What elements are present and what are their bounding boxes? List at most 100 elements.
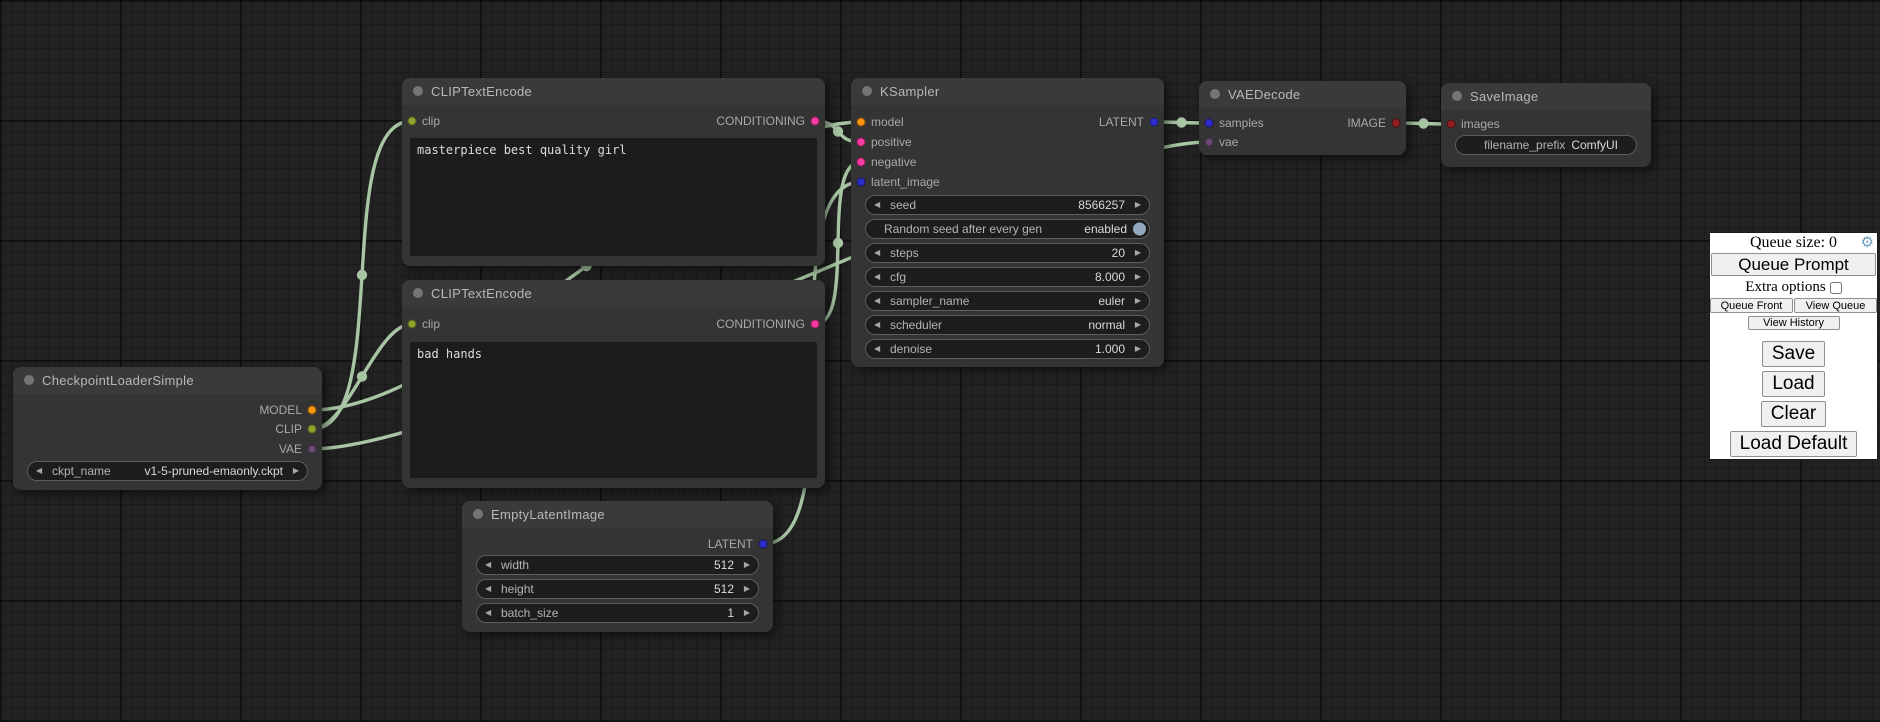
widget-width[interactable]: ◀▶width512 (476, 555, 759, 575)
widget-random-seed-after-every-gen[interactable]: Random seed after every genenabled (865, 219, 1150, 239)
node-title-label: SaveImage (1470, 89, 1538, 104)
widget-value: v1-5-pruned-emaonly.ckpt (144, 464, 283, 478)
prompt-textarea[interactable]: bad hands (410, 342, 817, 478)
toggle-knob-icon[interactable] (1133, 223, 1146, 236)
output-port-LATENT[interactable] (1150, 118, 1159, 127)
input-port-latent_image[interactable] (857, 178, 866, 187)
node-title-bar[interactable]: SaveImage (1441, 83, 1651, 110)
widget-steps[interactable]: ◀ ▶ steps 20 (865, 243, 1150, 263)
decrement-arrow-icon[interactable]: ◀ (485, 561, 491, 569)
increment-arrow-icon[interactable]: ▶ (1135, 249, 1141, 257)
node-collapse-dot-icon[interactable] (862, 86, 872, 96)
increment-arrow-icon[interactable]: ▶ (1135, 297, 1141, 305)
decrement-arrow-icon[interactable]: ◀ (874, 273, 880, 281)
node-title-label: CLIPTextEncode (431, 286, 532, 301)
increment-arrow-icon[interactable]: ▶ (1135, 273, 1141, 281)
input-port-model[interactable] (857, 118, 866, 127)
decrement-arrow-icon[interactable]: ◀ (485, 609, 491, 617)
node-vae-decode[interactable]: VAEDecodesamplesIMAGEvae (1199, 81, 1406, 155)
decrement-arrow-icon[interactable]: ◀ (874, 201, 880, 209)
input-slot-label: positive (871, 135, 912, 149)
decrement-arrow-icon[interactable]: ◀ (874, 297, 880, 305)
input-port-samples[interactable] (1205, 119, 1214, 128)
widget-label: height (501, 582, 534, 596)
increment-arrow-icon[interactable]: ▶ (744, 609, 750, 617)
node-collapse-dot-icon[interactable] (1452, 91, 1462, 101)
increment-arrow-icon[interactable]: ▶ (293, 467, 299, 475)
node-clip-text-encode-positive[interactable]: CLIPTextEncodeclipCONDITIONINGmasterpiec… (402, 78, 825, 266)
decrement-arrow-icon[interactable]: ◀ (36, 467, 42, 475)
load-default-button[interactable]: Load Default (1730, 431, 1858, 457)
input-port-clip[interactable] (408, 117, 417, 126)
widget-value: 8.000 (1095, 270, 1125, 284)
input-slot-label: samples (1219, 116, 1264, 130)
output-port-CONDITIONING[interactable] (811, 117, 820, 126)
decrement-arrow-icon[interactable]: ◀ (485, 585, 491, 593)
node-title-bar[interactable]: EmptyLatentImage (462, 501, 773, 528)
widget-scheduler[interactable]: ◀▶schedulernormal (865, 315, 1150, 335)
queue-front-button[interactable]: Queue Front (1710, 298, 1793, 313)
input-port-vae[interactable] (1205, 138, 1214, 147)
widget-value: 20 (1112, 246, 1125, 260)
output-port-IMAGE[interactable] (1392, 119, 1401, 128)
queue-size-label: Queue size: 0 (1750, 234, 1837, 252)
increment-arrow-icon[interactable]: ▶ (1135, 345, 1141, 353)
input-slot-label: model (871, 115, 904, 129)
input-port-clip[interactable] (408, 320, 417, 329)
extra-options-checkbox[interactable] (1830, 282, 1842, 294)
node-title-bar[interactable]: KSampler (851, 78, 1164, 105)
load-button[interactable]: Load (1762, 371, 1824, 397)
increment-arrow-icon[interactable]: ▶ (1135, 321, 1141, 329)
increment-arrow-icon[interactable]: ▶ (744, 585, 750, 593)
node-title-bar[interactable]: CheckpointLoaderSimple (13, 367, 322, 394)
node-empty-latent-image[interactable]: EmptyLatentImageLATENT◀▶width512◀▶height… (462, 501, 773, 632)
node-ksampler[interactable]: KSamplermodelLATENTpositivenegativelaten… (851, 78, 1164, 367)
node-collapse-dot-icon[interactable] (24, 375, 34, 385)
widget-label: scheduler (890, 318, 942, 332)
widget-batch_size[interactable]: ◀▶batch_size1 (476, 603, 759, 623)
decrement-arrow-icon[interactable]: ◀ (874, 321, 880, 329)
prompt-textarea[interactable]: masterpiece best quality girl (410, 138, 817, 256)
output-port-MODEL[interactable] (308, 406, 317, 415)
queue-prompt-button[interactable]: Queue Prompt (1711, 253, 1876, 276)
widget-value: 1.000 (1095, 342, 1125, 356)
node-collapse-dot-icon[interactable] (413, 86, 423, 96)
increment-arrow-icon[interactable]: ▶ (744, 561, 750, 569)
output-port-VAE[interactable] (308, 445, 317, 454)
decrement-arrow-icon[interactable]: ◀ (874, 249, 880, 257)
settings-gear-icon[interactable]: ⚙ (1861, 233, 1874, 251)
input-slot-label: images (1461, 117, 1500, 131)
widget-value: 512 (714, 582, 734, 596)
decrement-arrow-icon[interactable]: ◀ (874, 345, 880, 353)
widget-denoise[interactable]: ◀▶denoise1.000 (865, 339, 1150, 359)
node-clip-text-encode-negative[interactable]: CLIPTextEncodeclipCONDITIONINGbad hands (402, 280, 825, 488)
widget-ckpt_name[interactable]: ◀▶ckpt_namev1-5-pruned-emaonly.ckpt (27, 461, 308, 481)
node-collapse-dot-icon[interactable] (473, 509, 483, 519)
output-port-CONDITIONING[interactable] (811, 320, 820, 329)
output-port-CLIP[interactable] (308, 425, 317, 434)
widget-height[interactable]: ◀ ▶ height 512 (476, 579, 759, 599)
clear-button[interactable]: Clear (1761, 401, 1826, 427)
input-port-negative[interactable] (857, 158, 866, 167)
output-slot-label: LATENT (1099, 115, 1144, 129)
increment-arrow-icon[interactable]: ▶ (1135, 201, 1141, 209)
node-title-bar[interactable]: CLIPTextEncode (402, 280, 825, 307)
node-title-bar[interactable]: CLIPTextEncode (402, 78, 825, 105)
output-port-LATENT[interactable] (759, 540, 768, 549)
widget-label: steps (890, 246, 919, 260)
node-graph-canvas[interactable]: CheckpointLoaderSimpleMODELCLIPVAE◀▶ckpt… (0, 0, 1880, 722)
widget-sampler_name[interactable]: ◀▶sampler_nameeuler (865, 291, 1150, 311)
widget-filename_prefix[interactable]: filename_prefixComfyUI (1455, 135, 1637, 155)
node-collapse-dot-icon[interactable] (413, 288, 423, 298)
node-save-image[interactable]: SaveImage images filename_prefixComfyUI (1441, 83, 1651, 167)
input-port-positive[interactable] (857, 138, 866, 147)
node-collapse-dot-icon[interactable] (1210, 89, 1220, 99)
view-history-button[interactable]: View History (1748, 316, 1840, 330)
view-queue-button[interactable]: View Queue (1794, 298, 1877, 313)
widget-seed[interactable]: ◀▶seed8566257 (865, 195, 1150, 215)
save-button[interactable]: Save (1762, 341, 1825, 367)
node-title-bar[interactable]: VAEDecode (1199, 81, 1406, 108)
node-checkpoint-loader[interactable]: CheckpointLoaderSimpleMODELCLIPVAE◀▶ckpt… (13, 367, 322, 490)
widget-cfg[interactable]: ◀▶cfg8.000 (865, 267, 1150, 287)
input-port-images[interactable] (1447, 120, 1456, 129)
